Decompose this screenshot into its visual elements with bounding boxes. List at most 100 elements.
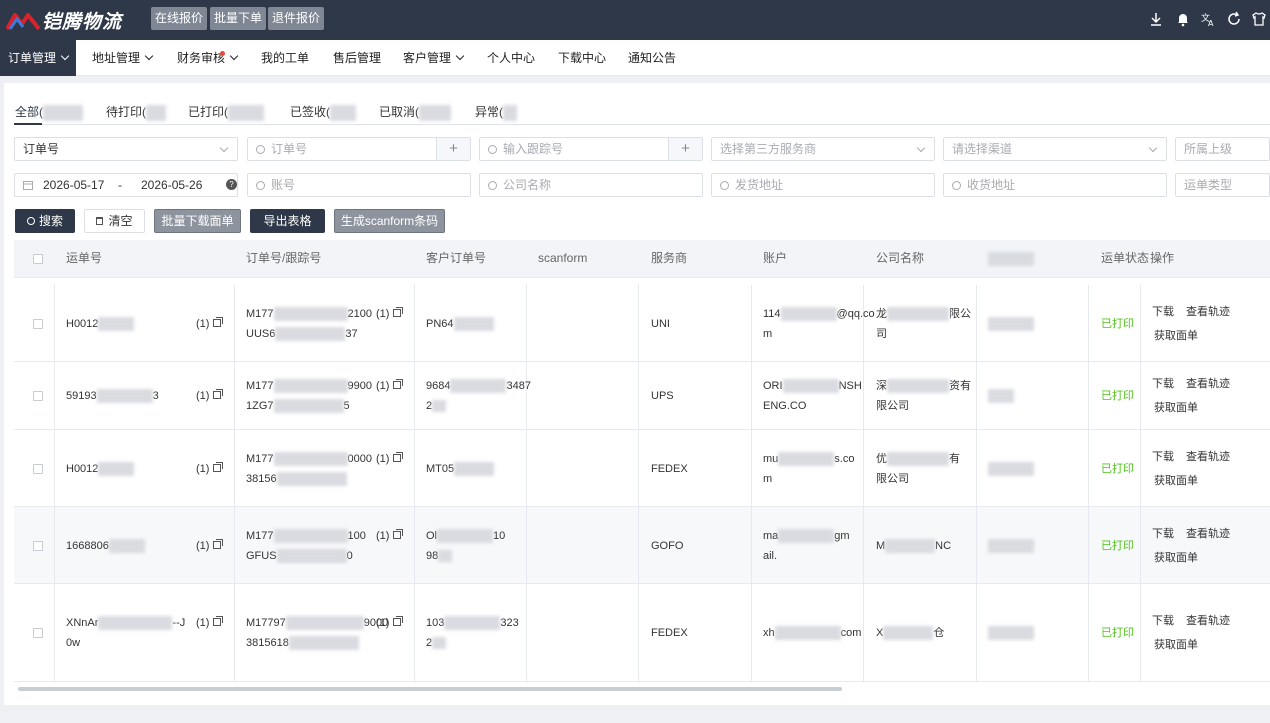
translate-icon[interactable]: 文A [1200, 11, 1216, 27]
clear-button[interactable]: 清空 [84, 209, 145, 233]
col-provider: 服务商 [651, 251, 688, 265]
view-track-link[interactable]: 查看轨迹 [1186, 447, 1230, 467]
tab-cancelled[interactable]: 已取消( [379, 103, 451, 121]
tab-signed[interactable]: 已签收( [290, 103, 356, 121]
nav-after-sales[interactable]: 售后管理 [333, 40, 381, 76]
bell-icon[interactable] [1175, 11, 1191, 27]
download-link[interactable]: 下载 [1152, 524, 1174, 544]
copy-icon[interactable] [213, 539, 224, 549]
table-row[interactable]: XNnAr --J 0w (1) M17797 9000 (1) 3815618 103 323 2… [14, 584, 1270, 682]
horizontal-scrollbar[interactable] [18, 687, 842, 691]
add-order-no-button[interactable]: + [436, 138, 470, 160]
download-icon[interactable] [1148, 11, 1164, 27]
from-address-input[interactable]: 发货地址 [711, 173, 935, 197]
tab-all[interactable]: 全部( [15, 103, 83, 121]
tracking-no: UUS6 37 [246, 327, 358, 342]
column-divider [863, 362, 864, 430]
get-label-link[interactable]: 获取面单 [1154, 635, 1198, 655]
row-checkbox[interactable] [33, 541, 43, 551]
account-input[interactable]: 账号 [247, 173, 471, 197]
company-input[interactable]: 公司名称 [479, 173, 703, 197]
column-divider [976, 507, 977, 584]
export-table-button[interactable]: 导出表格 [250, 209, 325, 233]
copy-icon[interactable] [393, 307, 404, 317]
chevron-down-icon [60, 51, 70, 61]
copy-icon[interactable] [213, 389, 224, 399]
nav-my-tickets[interactable]: 我的工单 [261, 40, 309, 76]
copy-icon[interactable] [393, 529, 404, 539]
tab-printed[interactable]: 已打印( [188, 103, 264, 121]
row-checkbox[interactable] [33, 319, 43, 329]
waybill-type-select[interactable]: 运单类型 [1175, 173, 1270, 197]
column-divider [526, 507, 527, 584]
batch-order-button[interactable]: 批量下单 [210, 7, 267, 30]
account-line2: ail. [763, 550, 778, 562]
customer-order-no: 103 323 [426, 616, 519, 631]
date-from[interactable]: 2026-05-17 [43, 174, 104, 196]
brand-logo[interactable]: 铠腾物流 [6, 6, 122, 34]
view-track-link[interactable]: 查看轨迹 [1186, 524, 1230, 544]
shirt-icon[interactable] [1251, 11, 1267, 27]
column-divider [54, 285, 55, 362]
customer-order-no-line2: 2 [426, 633, 447, 653]
copy-icon[interactable] [393, 616, 404, 626]
row-checkbox[interactable] [33, 464, 43, 474]
download-link[interactable]: 下载 [1152, 374, 1174, 394]
table-row[interactable]: 1668806 (1) M177 100 (1) GFUS 0 Ol 10 98 GOFO ma gm a… [14, 507, 1270, 584]
top-bar: 铠腾物流 在线报价 批量下单 退件报价 文A [0, 0, 1270, 40]
nav-customer-management[interactable]: 客户管理 [403, 40, 465, 76]
waybill-count: (1) [196, 459, 224, 479]
account: mu s.co [763, 452, 855, 467]
batch-download-labels-button[interactable]: 批量下载面单 [154, 209, 241, 233]
column-divider [976, 285, 977, 362]
hidden-field [988, 459, 1034, 479]
get-label-link[interactable]: 获取面单 [1154, 398, 1198, 418]
download-link[interactable]: 下载 [1152, 447, 1174, 467]
return-quote-button[interactable]: 退件报价 [268, 7, 325, 30]
copy-icon[interactable] [213, 317, 224, 327]
download-link[interactable]: 下载 [1152, 611, 1174, 631]
provider-select[interactable]: 选择第三方服务商 [711, 137, 935, 161]
order-type-select[interactable]: 订单号 [14, 137, 238, 161]
refresh-icon[interactable] [1226, 11, 1242, 27]
help-icon[interactable]: ? [226, 179, 237, 190]
date-to[interactable]: 2026-05-26 [141, 174, 202, 196]
copy-icon[interactable] [213, 462, 224, 472]
tab-exception[interactable]: 异常( [475, 103, 517, 121]
parent-select[interactable]: 所属上级 [1175, 137, 1270, 161]
table-row[interactable]: H0012 (1) M177 0000 (1) 38156 MT05 FEDEX mu s.co m… [14, 430, 1270, 507]
add-tracking-button[interactable]: + [668, 138, 702, 160]
search-button[interactable]: 搜索 [15, 209, 75, 233]
nav-personal-center[interactable]: 个人中心 [487, 40, 535, 76]
to-address-input[interactable]: 收货地址 [943, 173, 1167, 197]
download-link[interactable]: 下载 [1152, 302, 1174, 322]
date-range-picker[interactable]: 2026-05-17 - 2026-05-26 ? [14, 173, 238, 197]
tab-to-print[interactable]: 待打印( [106, 103, 166, 121]
row-checkbox[interactable] [33, 628, 43, 638]
customer-order-no: Ol 10 [426, 529, 506, 544]
select-all-checkbox[interactable] [33, 254, 43, 264]
copy-icon[interactable] [393, 379, 404, 389]
view-track-link[interactable]: 查看轨迹 [1186, 611, 1230, 631]
get-label-link[interactable]: 获取面单 [1154, 548, 1198, 568]
table-row[interactable]: 59193 3 (1) M177 9900 (1) 1ZG7 5 9684 3487 2 UPS ORI… [14, 362, 1270, 430]
channel-select[interactable]: 请选择渠道 [943, 137, 1167, 161]
get-label-link[interactable]: 获取面单 [1154, 326, 1198, 346]
nav-finance-review[interactable]: 财务审核 [177, 40, 239, 76]
generate-scanform-button[interactable]: 生成scanform条码 [334, 209, 445, 233]
nav-announcements[interactable]: 通知公告 [628, 40, 676, 76]
copy-icon[interactable] [393, 452, 404, 462]
nav-download-center[interactable]: 下载中心 [558, 40, 606, 76]
get-label-link[interactable]: 获取面单 [1154, 471, 1198, 491]
order-no-input[interactable]: 订单号 + [247, 137, 471, 161]
online-quote-button[interactable]: 在线报价 [151, 7, 208, 30]
nav-address-management[interactable]: 地址管理 [92, 40, 154, 76]
row-checkbox[interactable] [33, 391, 43, 401]
tracking-input[interactable]: 输入跟踪号 + [479, 137, 703, 161]
view-track-link[interactable]: 查看轨迹 [1186, 302, 1230, 322]
copy-icon[interactable] [213, 616, 224, 626]
nav-order-management[interactable]: 订单管理 [0, 40, 77, 76]
view-track-link[interactable]: 查看轨迹 [1186, 374, 1230, 394]
column-divider [234, 285, 235, 362]
table-row[interactable]: H0012 (1) M177 2100 (1) UUS6 37 PN64 UNI 114 @qq.c… [14, 285, 1270, 362]
